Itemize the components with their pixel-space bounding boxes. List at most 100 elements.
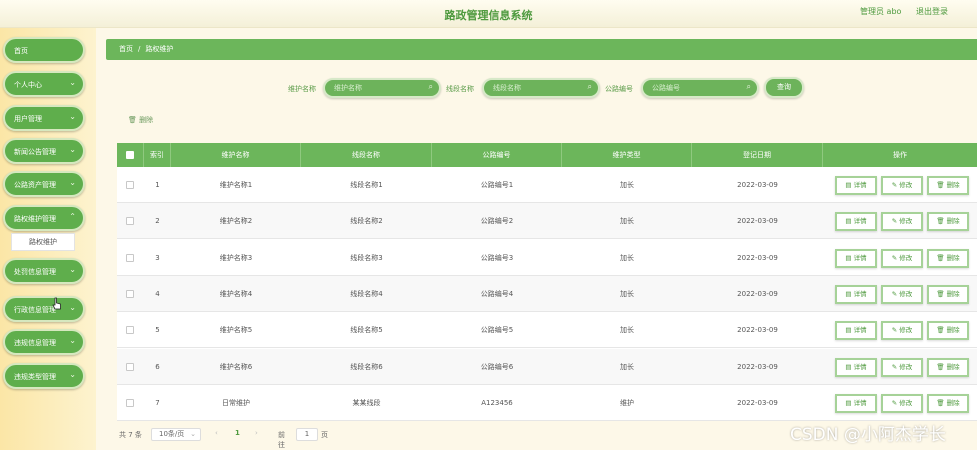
detail-button[interactable]: ▤ 详情 — [835, 284, 877, 304]
column-header-index: 索引 — [144, 143, 171, 167]
submenu-item-road-maintenance[interactable]: 路权维护 — [11, 233, 75, 251]
chevron-up-icon: ⌃ — [69, 212, 76, 221]
sidebar-item-user-management[interactable]: 用户管理 ⌄ — [3, 105, 85, 131]
edit-button[interactable]: ✎ 修改 — [881, 357, 923, 377]
sidebar-item-administrative[interactable]: 行政信息管理 ⌄ — [3, 296, 85, 322]
app-title: 路政管理信息系统 — [444, 9, 533, 22]
edit-button[interactable]: ✎ 修改 — [881, 393, 923, 413]
cell-date: 2022-03-09 — [737, 181, 778, 189]
detail-button[interactable]: ▤ 详情 — [835, 248, 877, 268]
header-select-all-cell — [117, 143, 144, 167]
detail-icon: ▤ — [845, 362, 854, 371]
row-checkbox[interactable] — [126, 289, 134, 298]
delete-button[interactable]: 🗑 删除 — [927, 357, 969, 377]
sidebar-item-violations[interactable]: 违规信息管理 ⌄ — [3, 329, 85, 355]
top-bar: 路政管理信息系统 管理员 abo 退出登录 — [0, 0, 977, 28]
cell-name: 维护名称2 — [219, 217, 253, 226]
search-placeholder: 公路编号 — [652, 84, 680, 92]
cell-index: 5 — [155, 326, 160, 335]
sidebar-item-personal-center[interactable]: 个人中心 ⌄ — [3, 71, 85, 97]
chevron-down-icon: ⌄ — [69, 112, 76, 121]
row-checkbox[interactable] — [126, 362, 134, 371]
select-all-checkbox[interactable] — [126, 151, 134, 159]
delete-button[interactable]: 🗑 删除 — [927, 393, 969, 413]
row-checkbox[interactable] — [126, 181, 134, 189]
sidebar-item-label: 首页 — [14, 47, 28, 55]
detail-icon: ▤ — [845, 326, 854, 335]
logout-link[interactable]: 退出登录 — [916, 6, 948, 17]
search-input-road-number[interactable]: 公路编号 ⌕ — [641, 78, 759, 98]
edit-label: 修改 — [899, 362, 913, 371]
cell-name: 维护名称1 — [219, 181, 253, 189]
edit-button[interactable]: ✎ 修改 — [881, 284, 923, 304]
detail-label: 详情 — [853, 289, 867, 298]
detail-label: 详情 — [853, 326, 867, 335]
sidebar-item-road-maintenance[interactable]: 路权维护管理 ⌃ — [3, 205, 85, 231]
cell-segment: 线段名称6 — [350, 362, 383, 371]
delete-button[interactable]: 🗑 删除 — [927, 321, 969, 341]
goto-page-input[interactable]: 1 — [296, 428, 318, 441]
trash-icon: 🗑 — [936, 398, 947, 407]
edit-button[interactable]: ✎ 修改 — [881, 321, 923, 341]
cell-type: 加长 — [620, 253, 634, 262]
cell-name: 日常维护 — [222, 398, 250, 407]
cell-road: 公路编号6 — [480, 362, 514, 371]
row-checkbox[interactable] — [126, 398, 134, 407]
cell-index: 1 — [155, 181, 160, 189]
detail-button[interactable]: ▤ 详情 — [835, 321, 877, 341]
cell-index: 7 — [155, 398, 160, 407]
sidebar-item-news[interactable]: 新闻公告管理 ⌄ — [3, 138, 85, 164]
edit-button[interactable]: ✎ 修改 — [881, 248, 923, 268]
chevron-down-icon: ⌄ — [69, 370, 76, 379]
sidebar-item-label: 用户管理 — [14, 115, 42, 123]
edit-button[interactable]: ✎ 修改 — [881, 212, 923, 232]
edit-button[interactable]: ✎ 修改 — [881, 176, 923, 195]
current-page-number[interactable]: 1 — [235, 429, 240, 437]
search-input-maintenance-name[interactable]: 维护名称 ⌕ — [323, 78, 441, 98]
sidebar-item-home[interactable]: 首页 — [3, 37, 85, 63]
row-checkbox[interactable] — [126, 326, 134, 335]
detail-button[interactable]: ▤ 详情 — [835, 176, 877, 195]
batch-delete-button[interactable]: 🗑 删除 — [128, 115, 153, 125]
delete-button[interactable]: 🗑 删除 — [927, 284, 969, 304]
sidebar-item-penalty[interactable]: 处罚信息管理 ⌄ — [3, 258, 85, 284]
detail-button[interactable]: ▤ 详情 — [835, 393, 877, 413]
column-header-segment-name: 线段名称 — [301, 143, 432, 167]
search-label-segment-name: 线段名称 — [446, 85, 474, 93]
breadcrumb-current: 路权维护 — [145, 45, 174, 53]
cell-date: 2022-03-09 — [737, 217, 778, 226]
cell-road: 公路编号3 — [480, 253, 514, 262]
cell-date: 2022-03-09 — [737, 253, 778, 262]
cell-name: 维护名称4 — [219, 289, 253, 298]
delete-button[interactable]: 🗑 删除 — [927, 212, 969, 232]
cell-date: 2022-03-09 — [737, 398, 778, 407]
cell-road: 公路编号4 — [480, 289, 514, 298]
sidebar-item-road-assets[interactable]: 公路资产管理 ⌄ — [3, 171, 85, 197]
chevron-down-icon: ⌄ — [69, 145, 76, 154]
cell-name: 维护名称3 — [219, 253, 253, 262]
detail-button[interactable]: ▤ 详情 — [835, 212, 877, 232]
row-checkbox[interactable] — [126, 217, 134, 226]
delete-button[interactable]: 🗑 删除 — [927, 248, 969, 268]
sidebar-item-violation-types[interactable]: 违规类型管理 ⌄ — [3, 363, 85, 389]
cell-index: 3 — [155, 253, 160, 262]
trash-icon: 🗑 — [936, 181, 947, 189]
breadcrumb-home[interactable]: 首页 — [119, 45, 133, 53]
page-size-select[interactable]: 10条/页 ⌄ — [151, 428, 201, 441]
delete-button[interactable]: 🗑 删除 — [927, 176, 969, 195]
cell-index: 6 — [155, 362, 160, 371]
cell-date: 2022-03-09 — [737, 362, 778, 371]
prev-page-icon[interactable]: ‹ — [215, 429, 218, 437]
edit-label: 修改 — [899, 326, 913, 335]
table-row: 7 日常维护 某某线段 A123456 维护 2022-03-09 ▤ 详情 ✎ 修改 🗑 删除 — [117, 384, 977, 421]
cell-road: 公路编号2 — [480, 217, 514, 226]
search-input-segment-name[interactable]: 线段名称 ⌕ — [482, 78, 600, 98]
row-checkbox[interactable] — [126, 253, 134, 262]
sidebar-item-label: 违规类型管理 — [14, 373, 56, 381]
watermark: CSDN @小阿杰学长 — [790, 425, 946, 445]
search-placeholder: 维护名称 — [334, 84, 362, 92]
detail-button[interactable]: ▤ 详情 — [835, 357, 877, 377]
detail-label: 详情 — [853, 253, 867, 262]
next-page-icon[interactable]: › — [255, 429, 258, 437]
search-button[interactable]: 查询 — [764, 77, 804, 98]
